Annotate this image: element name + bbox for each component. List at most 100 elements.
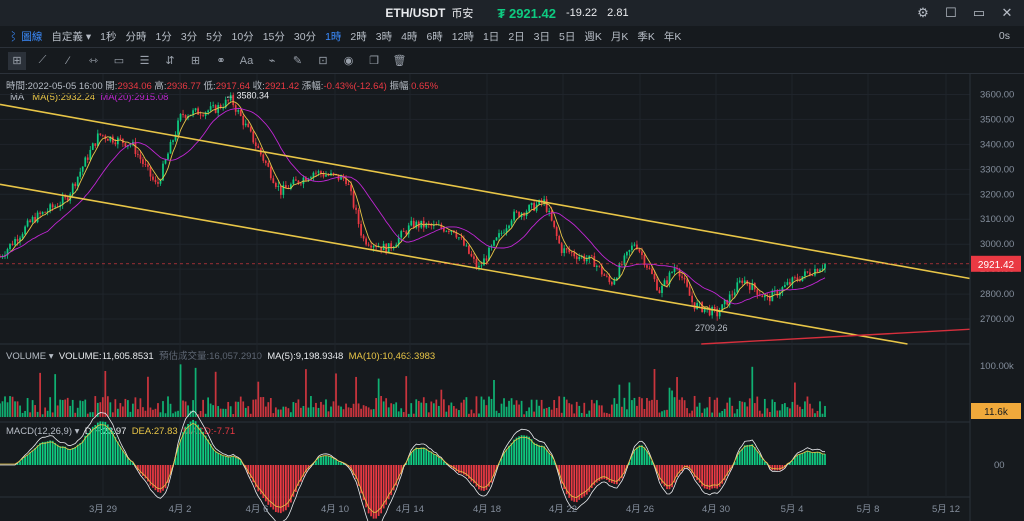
volume-bar [202,399,204,417]
candle-body [357,210,360,225]
candle-body [295,179,297,181]
volume-bar [668,387,671,417]
delete-icon[interactable]: 🗑 [391,52,409,70]
magnet-icon[interactable]: ⌁ [263,52,281,70]
interval-1[interactable]: 分時 [125,29,146,44]
interval-5[interactable]: 10分 [232,29,254,44]
restore-icon[interactable]: ☐ [942,4,960,22]
interval-16[interactable]: 3日 [534,29,550,44]
interval-21[interactable]: 年K [664,29,682,44]
candle-body [412,220,415,228]
volume-bar [661,411,663,417]
candle-body [458,237,460,239]
pencil-icon[interactable]: ✎ [289,52,307,70]
macd-histogram-bar [189,421,192,465]
macd-histogram-bar [199,428,202,465]
volume-bar [174,411,177,417]
candle-body [169,141,172,154]
macd-histogram-bar [127,458,129,465]
exchange-name: 币安 [451,8,474,20]
volume-bar [400,408,403,417]
candle-body [209,106,212,111]
fib-icon[interactable]: ☰ [136,52,154,70]
interval-20[interactable]: 季K [637,29,655,44]
interval-10[interactable]: 3時 [376,29,392,44]
interval-9[interactable]: 2時 [350,29,366,44]
macd-histogram-bar [54,442,57,465]
chart-type-button[interactable]: ⌇ 圖線 [8,29,42,44]
brush-icon[interactable]: ⚭ [212,52,230,70]
volume-bar [91,412,94,417]
candle-body [252,131,255,143]
eye-icon[interactable]: ◉ [340,52,358,70]
volume-bar [437,405,440,417]
horizontal-line-icon[interactable]: ⇿ [85,52,103,70]
clone-icon[interactable]: ❐ [365,52,383,70]
volume-bar [558,396,561,417]
close-icon[interactable]: ✕ [998,4,1016,22]
volume-bar [666,409,668,417]
interval-14[interactable]: 1日 [483,29,499,44]
volume-bar [646,397,648,417]
custom-interval-button[interactable]: 自定義 ▾ [51,29,91,44]
interval-17[interactable]: 5日 [559,29,575,44]
interval-0[interactable]: 1秒 [100,29,116,44]
candle-body [510,220,513,226]
interval-6[interactable]: 15分 [263,29,285,44]
interval-7[interactable]: 30分 [294,29,316,44]
candle-body [16,238,19,242]
volume-bar [503,398,505,417]
candle-body [563,248,566,254]
volume-bar [588,410,591,417]
volume-bar [237,401,240,417]
add-indicator-icon[interactable]: ⊞ [187,52,205,70]
candle-body [24,226,26,235]
macd-histogram-bar [375,465,378,519]
macd-histogram-bar [129,461,132,465]
interval-2[interactable]: 1分 [155,29,171,44]
candle-body [272,178,275,184]
candle-body [41,211,44,214]
volume-bar [139,398,142,417]
interval-11[interactable]: 4時 [401,29,417,44]
parallel-channel-icon[interactable]: ▭ [110,52,128,70]
candle-body [360,224,362,236]
settings-icon[interactable]: ⚙ [914,4,932,22]
maximize-icon[interactable]: ▭ [970,4,988,22]
volume-bar [470,409,473,417]
candle-body [585,259,588,262]
trend-line-icon[interactable]: ⁄ [59,52,77,70]
interval-3[interactable]: 3分 [181,29,197,44]
trading-chart[interactable]: ← 3580.34 2709.26 3600.00 3500.00 3400.00 33… [0,74,1024,521]
interval-12[interactable]: 6時 [426,29,442,44]
volume-bar [137,409,139,417]
interval-19[interactable]: 月K [611,29,629,44]
volume-bar [483,399,485,417]
macd-histogram-bar [437,457,440,465]
volume-bar [142,407,144,417]
candle-body [134,141,137,155]
volume-bar [698,402,701,417]
volume-bar [708,396,711,417]
lock-icon[interactable]: ⊡ [314,52,332,70]
text-icon[interactable]: Aa [238,52,256,70]
volume-bar [277,409,280,417]
interval-13[interactable]: 12時 [452,29,474,44]
interval-8[interactable]: 1時 [325,29,341,44]
volume-bar [420,402,423,417]
macd-histogram-bar [543,446,546,465]
volume-bar [651,399,653,417]
macd-histogram-bar [204,435,207,465]
interval-15[interactable]: 2日 [508,29,524,44]
candle-body [197,108,199,115]
crosshair-icon[interactable]: ⟋ [34,52,52,70]
macd-histogram-bar [320,456,322,465]
cursor-icon[interactable]: ⊞ [8,51,26,70]
interval-4[interactable]: 5分 [206,29,222,44]
pair-symbol[interactable]: ETH/USDT [385,6,445,20]
volume-bar [553,399,556,417]
volume-bar [234,401,237,417]
rectangle-icon[interactable]: ⇵ [161,52,179,70]
candle-body [310,177,312,179]
interval-18[interactable]: 週K [584,29,602,44]
